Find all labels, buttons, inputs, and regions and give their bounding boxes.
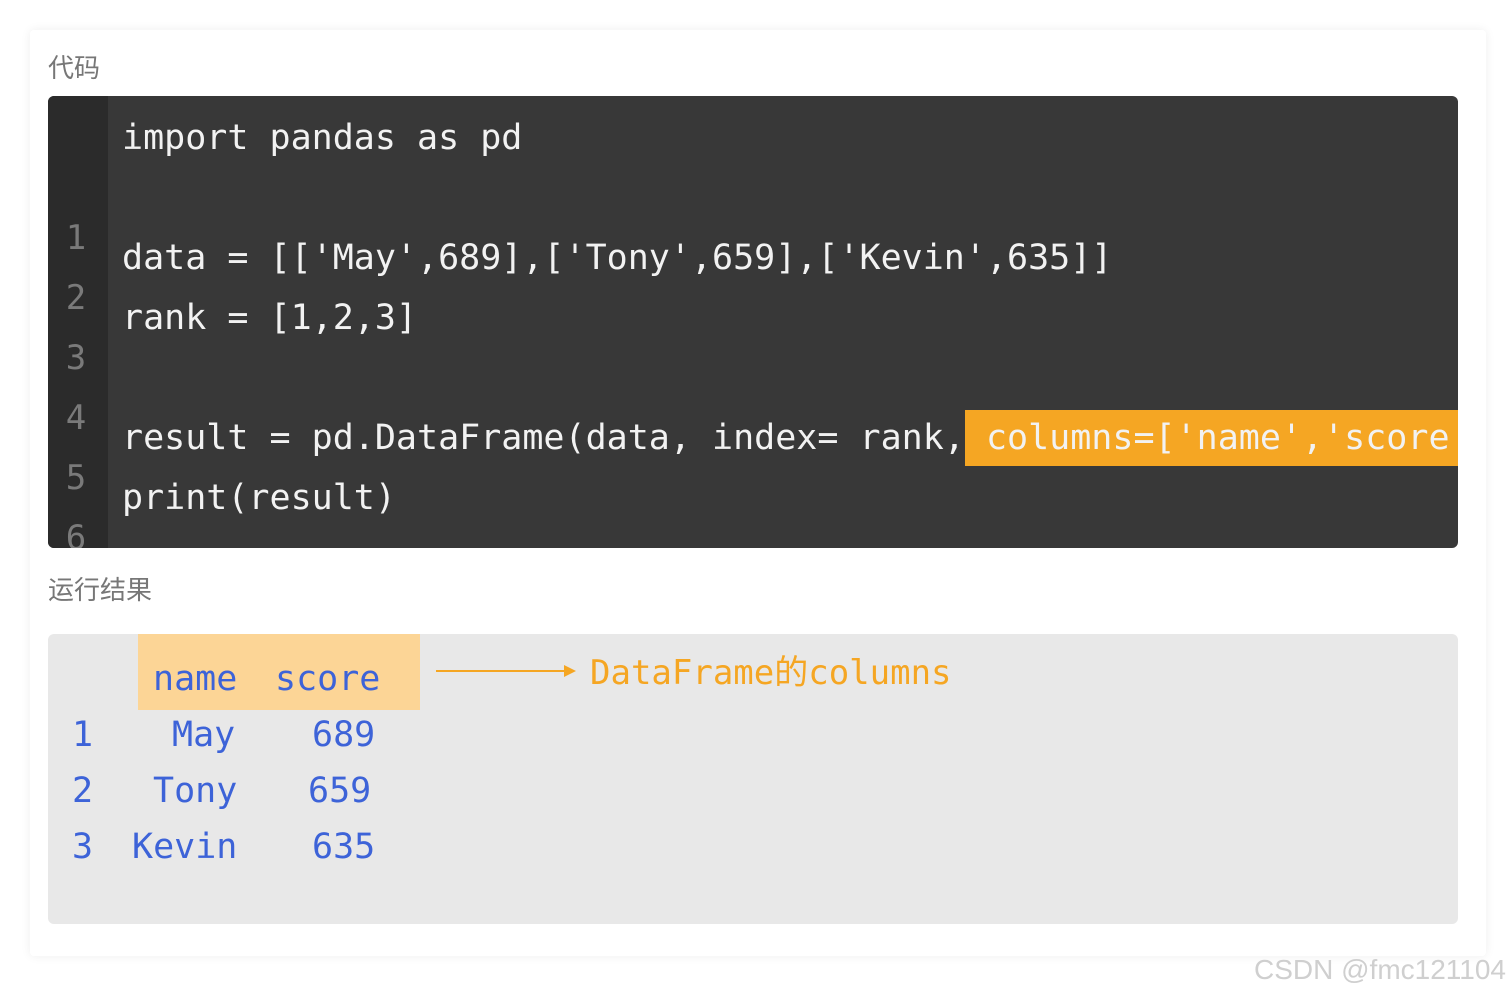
- line-number: 6: [65, 518, 87, 548]
- cell-score: 689: [312, 715, 376, 755]
- column-header-name: name: [153, 659, 238, 699]
- code-line-4: rank = [1,2,3]: [122, 298, 418, 338]
- arrow-right-icon: [564, 665, 576, 677]
- row-index: 1: [72, 715, 94, 755]
- line-number: 2: [65, 278, 87, 318]
- cell-score: 659: [308, 771, 372, 811]
- columns-annotation: DataFrame的columns: [590, 653, 952, 693]
- cell-score: 635: [312, 827, 376, 867]
- code-line-6-start: result = pd.DataFrame(data, index= rank,: [122, 418, 965, 458]
- columns-highlight: columns=['name','score']: [964, 410, 1458, 466]
- column-header-score: score: [275, 659, 381, 699]
- line-number: 1: [65, 218, 87, 258]
- cell-name: Tony: [153, 771, 238, 811]
- line-number: 5: [65, 458, 87, 498]
- cell-name: May: [172, 715, 236, 755]
- code-section-label: 代码: [48, 54, 101, 84]
- line-number: 3: [65, 338, 87, 378]
- row-index: 2: [72, 771, 94, 811]
- cell-name: Kevin: [132, 827, 238, 867]
- code-line-1: import pandas as pd: [122, 118, 523, 158]
- result-section-label: 运行结果: [48, 576, 153, 606]
- annotation-arrow-line: [436, 670, 566, 672]
- code-line-6: result = pd.DataFrame(data, index= rank,…: [122, 408, 1458, 468]
- row-index: 3: [72, 827, 94, 867]
- code-line-3: data = [['May',689],['Tony',659],['Kevin…: [122, 238, 1113, 278]
- code-block: 1 2 3 4 5 6 7 import pandas as pd data =…: [48, 96, 1458, 548]
- watermark: CSDN @fmc121104: [1254, 954, 1506, 985]
- code-line-7: print(result): [122, 478, 396, 518]
- line-number: 4: [65, 398, 87, 438]
- output-block: name score 1 May 689 2 Tony 659 3 Kevin …: [48, 634, 1458, 924]
